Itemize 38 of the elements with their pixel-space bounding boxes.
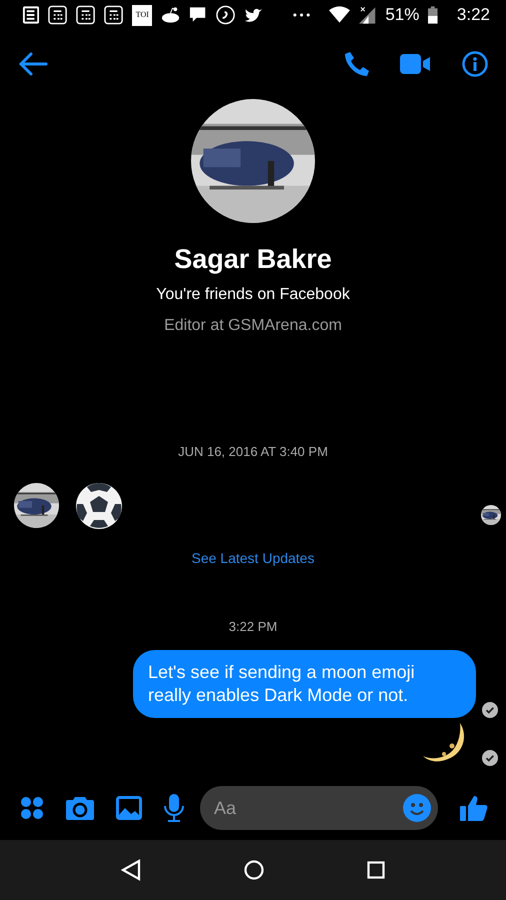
gallery-icon[interactable] xyxy=(116,796,142,820)
message-bubble: Let's see if sending a moon emoji really enables Dark Mode or not. xyxy=(133,650,476,718)
home-nav-icon[interactable] xyxy=(244,860,264,880)
wifi-icon xyxy=(329,6,350,24)
camera-icon[interactable] xyxy=(66,796,94,820)
calculator-icon xyxy=(48,5,68,25)
info-icon[interactable] xyxy=(462,51,488,77)
apps-icon[interactable] xyxy=(20,796,44,820)
news-icon xyxy=(22,6,40,24)
phone-icon[interactable] xyxy=(344,51,370,77)
back-icon[interactable] xyxy=(18,52,48,76)
signal-icon xyxy=(359,6,376,24)
friendship-status: You're friends on Facebook xyxy=(156,285,350,305)
soccer-ball-sticker xyxy=(75,482,123,530)
video-camera-icon[interactable] xyxy=(400,54,430,74)
more-icon xyxy=(292,12,312,18)
battery-percentage: 51% xyxy=(385,4,420,26)
battery-icon xyxy=(428,6,438,24)
circle-logo-icon xyxy=(216,5,235,25)
back-nav-icon[interactable] xyxy=(121,859,142,881)
contact-name: Sagar Bakre xyxy=(174,242,332,275)
contact-job: Editor at GSMArena.com xyxy=(164,316,342,336)
thumbs-up-icon[interactable] xyxy=(460,794,488,822)
microphone-icon[interactable] xyxy=(164,794,184,822)
message-icon xyxy=(189,6,207,24)
bird-icon xyxy=(244,6,263,24)
see-latest-updates-link[interactable]: See Latest Updates xyxy=(192,548,314,568)
app-icon: TOI xyxy=(132,4,152,26)
timestamp: JUN 16, 2016 AT 3:40 PM xyxy=(178,443,328,461)
read-receipt-icon xyxy=(482,702,498,718)
timestamp: 3:22 PM xyxy=(228,618,278,636)
clock: 3:22 xyxy=(456,4,490,26)
message-input[interactable]: Aa xyxy=(200,786,438,830)
calculator-icon xyxy=(76,5,96,25)
read-receipt-icon xyxy=(482,750,498,766)
calculator-icon xyxy=(104,5,124,25)
recents-nav-icon[interactable] xyxy=(366,861,385,879)
emoji-icon[interactable] xyxy=(403,794,431,822)
